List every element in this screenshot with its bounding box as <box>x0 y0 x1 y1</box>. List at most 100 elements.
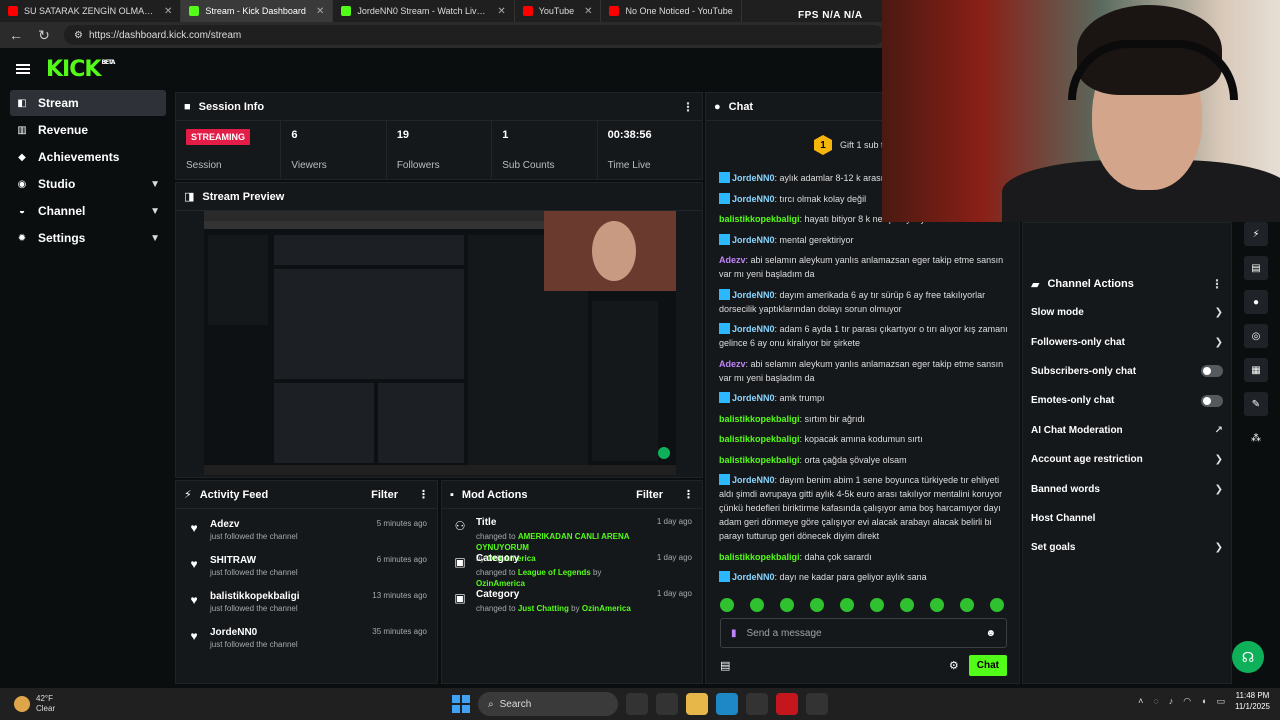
chat-username[interactable]: balistikkopekbaligi <box>719 214 800 224</box>
chat-username[interactable]: balistikkopekbaligi <box>719 552 800 562</box>
youtube-app-icon[interactable] <box>776 693 798 715</box>
toggle-switch[interactable] <box>1201 365 1223 378</box>
channel-action-3[interactable]: Emotes-only chat <box>1023 386 1231 415</box>
chat-bubble-icon[interactable]: ● <box>1244 290 1268 314</box>
store-icon[interactable]: ▤ <box>720 659 730 672</box>
volume-icon[interactable]: ◖ <box>1201 696 1206 706</box>
help-chat-icon[interactable]: ☊ <box>1232 641 1264 673</box>
channel-action-5[interactable]: Account age restriction ❯ <box>1023 445 1231 474</box>
more-options-icon[interactable]: ⋮ <box>682 100 694 114</box>
emote-icon[interactable] <box>960 598 974 612</box>
layout-icon[interactable]: ▦ <box>1244 358 1268 382</box>
document-icon[interactable]: ▤ <box>1244 256 1268 280</box>
channel-action-1[interactable]: Followers-only chat ❯ <box>1023 327 1231 356</box>
sidebar-item-settings[interactable]: ✹ Settings ▼ <box>10 225 166 251</box>
tab-youtube-noone[interactable]: No One Noticed - YouTube <box>601 0 742 22</box>
channel-action-7[interactable]: Host Channel <box>1023 504 1231 533</box>
chat-username[interactable]: balistikkopekbaligi <box>719 434 800 444</box>
channel-action-4[interactable]: AI Chat Moderation ↗ <box>1023 416 1231 445</box>
tab-kick-dashboard[interactable]: Stream - Kick Dashboard ✕ <box>181 0 334 22</box>
emote-icon[interactable] <box>810 598 824 612</box>
close-icon[interactable]: ✕ <box>497 6 505 17</box>
chat-username[interactable]: JordeNN0 <box>732 235 775 245</box>
task-view-icon[interactable] <box>626 693 648 715</box>
emote-icon[interactable] <box>750 598 764 612</box>
chevron-up-icon[interactable]: ˄ <box>1138 696 1143 706</box>
stream-preview-video[interactable] <box>204 211 676 475</box>
chat-username[interactable]: JordeNN0 <box>732 173 775 183</box>
store-icon[interactable] <box>746 693 768 715</box>
emote-icon[interactable] <box>870 598 884 612</box>
emoji-icon[interactable]: ☻ <box>985 628 996 639</box>
channel-action-6[interactable]: Banned words ❯ <box>1023 474 1231 503</box>
wrench-icon[interactable]: ✎ <box>1244 392 1268 416</box>
achievements-icon: ◆ <box>18 151 26 163</box>
toggle-switch[interactable] <box>1201 394 1223 407</box>
sidebar-item-studio[interactable]: ◉ Studio ▼ <box>10 171 166 197</box>
emote-icon[interactable] <box>990 598 1004 612</box>
site-info-icon[interactable]: ⚙ <box>74 30 83 41</box>
apps-icon[interactable]: ⁂ <box>1244 426 1268 450</box>
sidebar-item-channel[interactable]: ◒ Channel ▼ <box>10 198 166 224</box>
chat-username[interactable]: balistikkopekbaligi <box>719 414 800 424</box>
channel-action-2[interactable]: Subscribers-only chat <box>1023 357 1231 386</box>
taskbar-search[interactable]: ⌕ Search <box>478 692 618 716</box>
start-button[interactable] <box>452 695 470 713</box>
url-field[interactable]: ⚙ https://dashboard.kick.com/stream <box>64 25 884 45</box>
menu-icon[interactable] <box>16 64 30 74</box>
send-chat-button[interactable]: Chat <box>968 654 1007 676</box>
chat-username[interactable]: Adezv <box>719 359 746 369</box>
emote-icon[interactable] <box>900 598 914 612</box>
weather-widget[interactable]: 42°F Clear <box>0 694 200 714</box>
close-icon[interactable]: ✕ <box>584 6 592 17</box>
filter-button[interactable]: Filter <box>371 489 398 501</box>
emote-icon[interactable] <box>840 598 854 612</box>
sidebar-item-achievements[interactable]: ◆ Achievements <box>10 144 166 170</box>
more-options-icon[interactable]: ⋮ <box>1211 277 1223 291</box>
tab-kick-stream[interactable]: JordeNN0 Stream - Watch Live o ✕ <box>333 0 515 22</box>
broadcast-icon[interactable]: ◎ <box>1244 324 1268 348</box>
channel-action-label: Subscribers-only chat <box>1031 365 1137 377</box>
chat-username[interactable]: JordeNN0 <box>732 194 775 204</box>
youtube-icon <box>8 6 18 16</box>
channel-action-8[interactable]: Set goals ❯ <box>1023 533 1231 562</box>
sidebar-item-stream[interactable]: ◧ Stream <box>10 90 166 116</box>
network-icon[interactable]: ◌ <box>1153 696 1158 706</box>
more-options-icon[interactable]: ⋮ <box>683 488 694 501</box>
back-icon[interactable]: ← <box>8 27 24 43</box>
close-icon[interactable]: ✕ <box>316 6 324 17</box>
battery-icon[interactable]: ▭ <box>1216 696 1225 707</box>
chat-username[interactable]: Adezv <box>719 255 746 265</box>
emote-icon[interactable] <box>930 598 944 612</box>
filter-button[interactable]: Filter <box>636 489 663 501</box>
chat-username[interactable]: JordeNN0 <box>732 290 775 300</box>
reload-icon[interactable]: ↻ <box>36 27 52 44</box>
mic-icon[interactable]: ▮ <box>731 628 737 639</box>
obs-icon[interactable] <box>806 693 828 715</box>
chat-message-text: daha çok sarardı <box>804 551 872 562</box>
chat-username[interactable]: JordeNN0 <box>732 475 775 485</box>
tab-youtube[interactable]: YouTube ✕ <box>515 0 602 22</box>
chat-username[interactable]: JordeNN0 <box>732 324 775 334</box>
edge-icon[interactable] <box>716 693 738 715</box>
microphone-icon[interactable]: ♪ <box>1169 696 1174 706</box>
chevron-right-icon: ❯ <box>1214 454 1223 466</box>
kick-logo[interactable]: KICK BETA <box>46 57 115 82</box>
close-icon[interactable]: ✕ <box>164 6 172 17</box>
clock[interactable]: 11:48 PM 11/1/2025 <box>1235 690 1270 712</box>
widgets-icon[interactable] <box>656 693 678 715</box>
more-options-icon[interactable]: ⋮ <box>418 488 429 501</box>
wifi-icon[interactable]: ◠ <box>1183 696 1191 707</box>
tab-youtube-video[interactable]: SU SATARAK ZENGİN OLMAK! | K ✕ <box>0 0 182 22</box>
file-explorer-icon[interactable] <box>686 693 708 715</box>
chat-username[interactable]: JordeNN0 <box>732 572 775 582</box>
chat-username[interactable]: balistikkopekbaligi <box>719 455 800 465</box>
sidebar-item-revenue[interactable]: ▥ Revenue <box>10 117 166 143</box>
emote-icon[interactable] <box>720 598 734 612</box>
emote-icon[interactable] <box>780 598 794 612</box>
gear-icon[interactable]: ⚙ <box>949 659 959 672</box>
chat-input[interactable]: ▮ Send a message ☻ <box>720 618 1007 648</box>
lightning-icon[interactable]: ⚡ <box>1244 222 1268 246</box>
channel-action-0[interactable]: Slow mode ❯ <box>1023 298 1231 327</box>
chat-username[interactable]: JordeNN0 <box>732 393 775 403</box>
